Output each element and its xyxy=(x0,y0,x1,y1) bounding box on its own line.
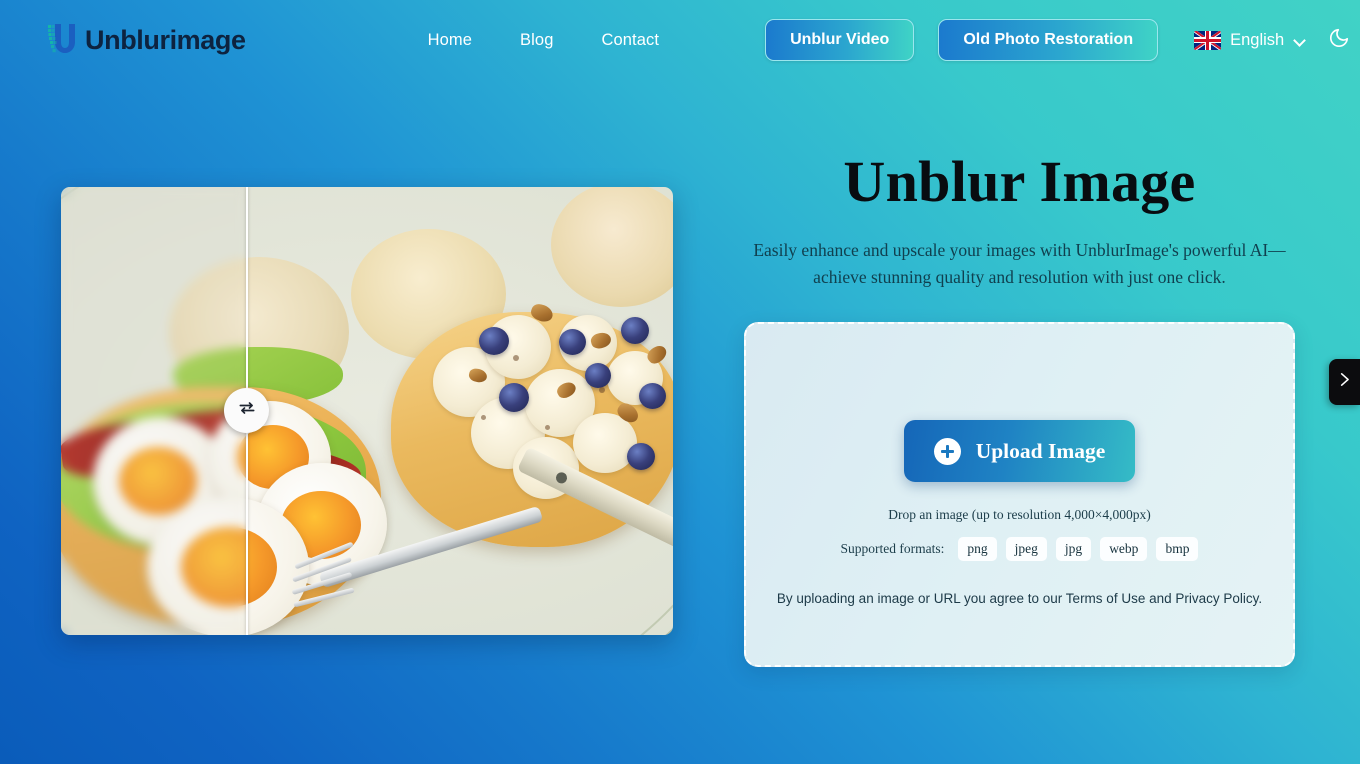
language-label: English xyxy=(1230,30,1285,49)
terms-notice[interactable]: By uploading an image or URL you agree t… xyxy=(777,591,1262,606)
chevron-right-icon xyxy=(1336,371,1353,393)
nav-item-contact[interactable]: Contact xyxy=(601,31,659,50)
upload-button-label: Upload Image xyxy=(975,438,1106,463)
uk-flag-icon xyxy=(1194,30,1222,50)
format-chip-webp[interactable]: webp xyxy=(1100,537,1148,562)
format-chip-bmp[interactable]: bmp xyxy=(1156,537,1199,562)
nav-item-blog[interactable]: Blog xyxy=(520,31,553,50)
side-panel-toggle[interactable] xyxy=(1329,359,1360,405)
page-title: Unblur Image xyxy=(843,149,1196,214)
upload-image-button[interactable]: Upload Image xyxy=(903,420,1136,483)
swap-arrows-icon xyxy=(237,398,257,423)
brand-name: Unblurimage xyxy=(85,24,246,55)
site-header: Unblurimage Home Blog Contact Unblur Vid… xyxy=(0,0,1360,80)
supported-formats-label: Supported formats: xyxy=(840,541,945,557)
supported-formats: Supported formats: png jpeg jpg webp bmp xyxy=(840,537,1199,562)
blurred-before-overlay xyxy=(61,187,247,635)
header-cta-group: Unblur Video Old Photo Restoration xyxy=(765,19,1159,61)
format-chip-png[interactable]: png xyxy=(958,537,997,562)
old-photo-restoration-button[interactable]: Old Photo Restoration xyxy=(938,19,1159,61)
format-chip-jpg[interactable]: jpg xyxy=(1055,537,1092,562)
chevron-down-icon xyxy=(1295,35,1306,46)
pixelated-u-logo-icon xyxy=(46,22,76,58)
main-nav: Home Blog Contact xyxy=(428,31,659,50)
plus-circle-icon xyxy=(933,437,961,465)
language-selector[interactable]: English xyxy=(1194,30,1306,50)
moon-icon xyxy=(1328,27,1350,54)
unblur-video-button[interactable]: Unblur Video xyxy=(765,19,915,61)
format-chip-jpeg[interactable]: jpeg xyxy=(1005,537,1047,562)
drop-hint-text: Drop an image (up to resolution 4,000×4,… xyxy=(888,507,1151,523)
theme-toggle-button[interactable] xyxy=(1328,27,1350,54)
upload-dropzone[interactable]: Upload Image Drop an image (up to resolu… xyxy=(744,322,1295,668)
comparison-slider-handle[interactable] xyxy=(224,388,269,433)
nav-item-home[interactable]: Home xyxy=(428,31,472,50)
hero-panel: Unblur Image Easily enhance and upscale … xyxy=(744,149,1295,668)
before-after-image-comparison[interactable] xyxy=(61,187,673,635)
page-subtitle: Easily enhance and upscale your images w… xyxy=(753,239,1286,288)
brand-logo[interactable]: Unblurimage xyxy=(46,22,246,58)
